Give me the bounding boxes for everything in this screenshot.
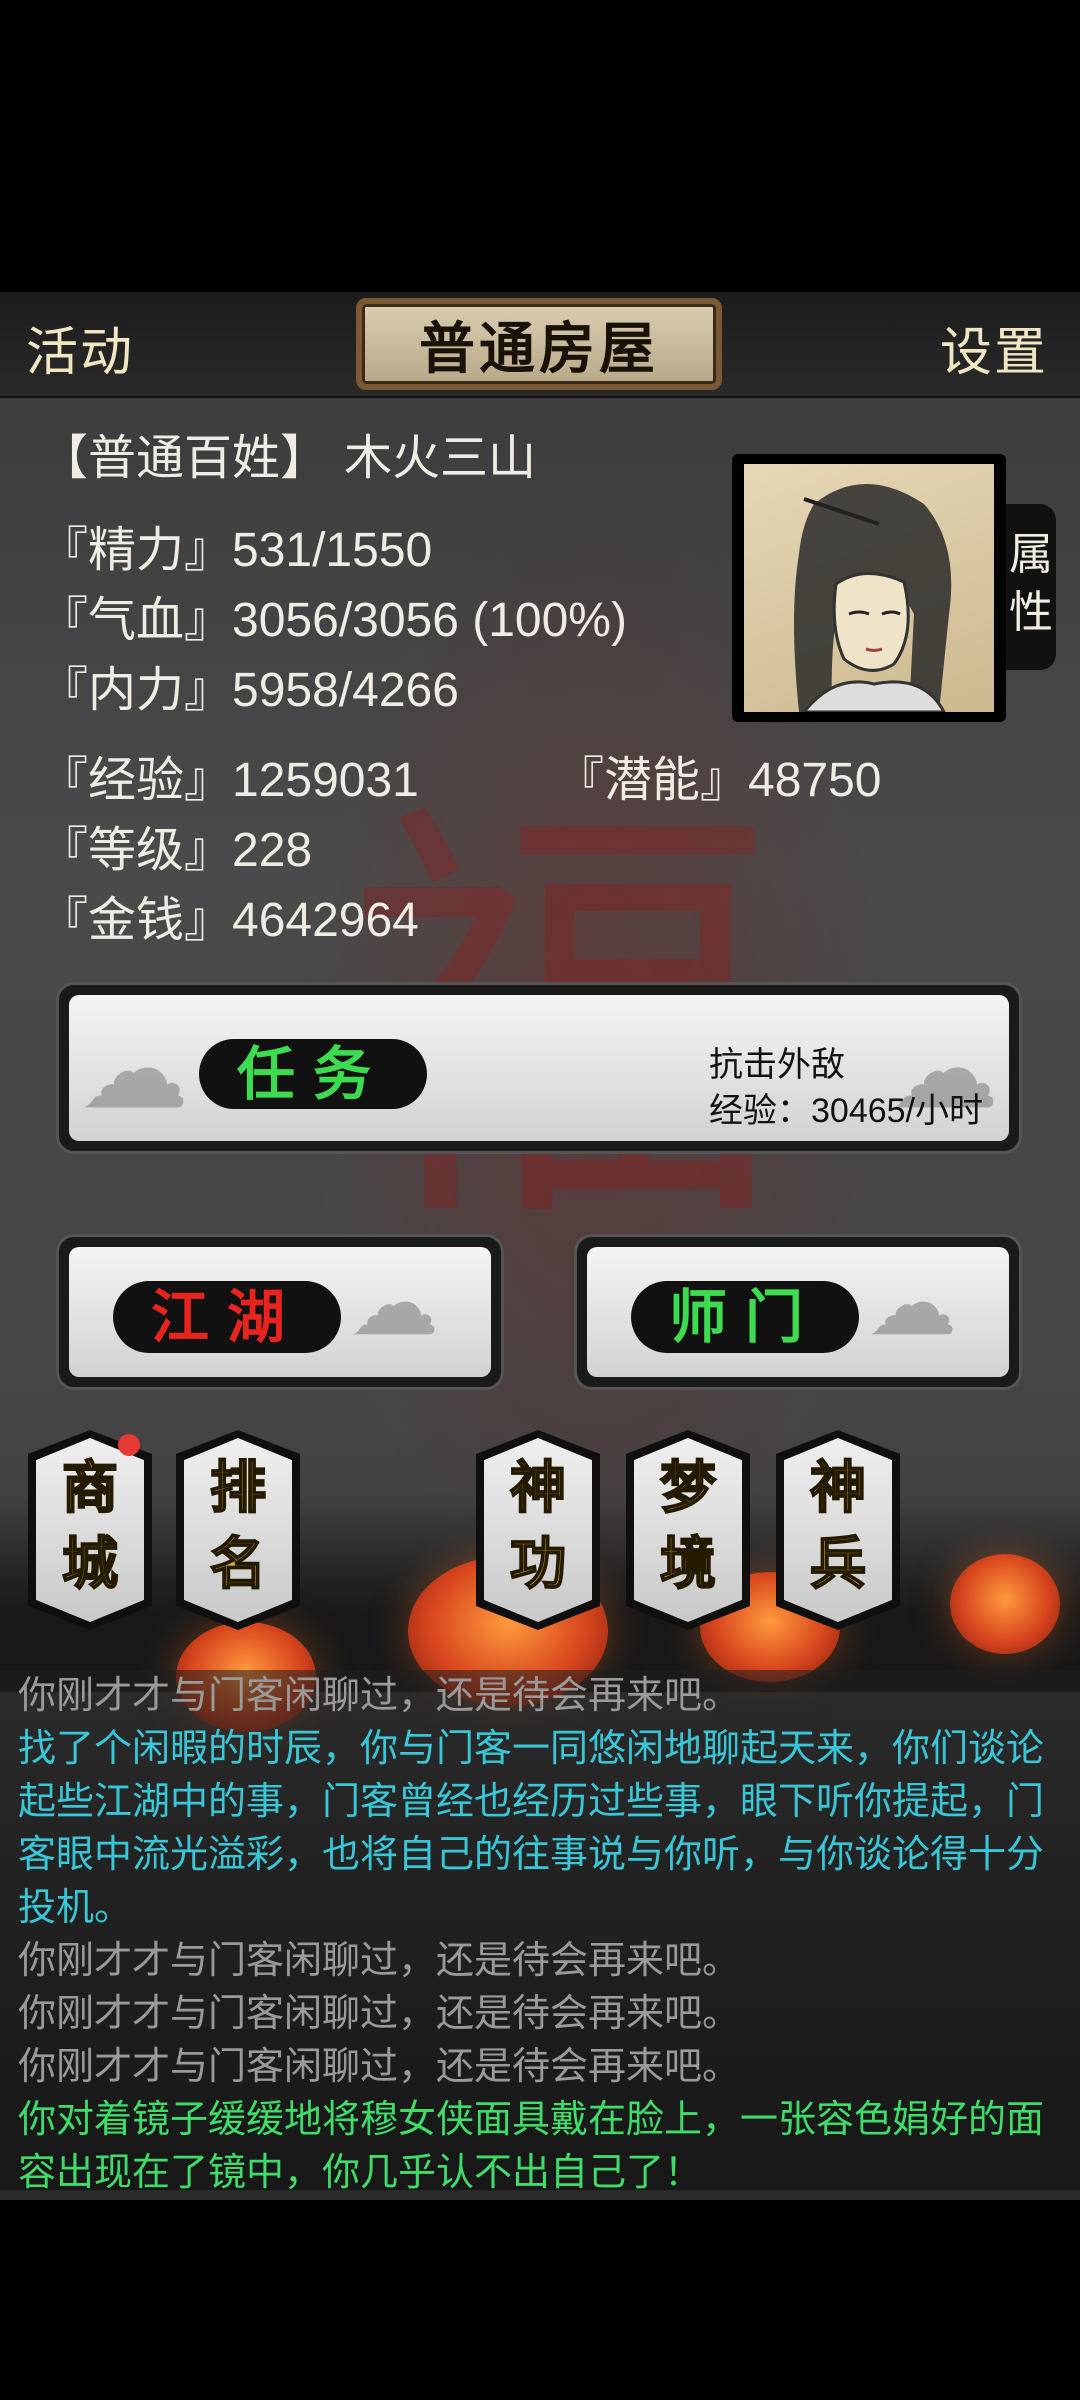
dream-label: 梦境 — [626, 1450, 750, 1602]
task-button[interactable]: ☁ ☁ 任务 抗击外敌 经验：30465/小时 — [56, 982, 1022, 1154]
settings-button[interactable]: 设置 — [940, 310, 1048, 385]
player-name: 木火三山 — [344, 432, 537, 485]
dream-button[interactable]: 梦境 — [626, 1430, 750, 1630]
attributes-tab-label-1: 属 — [1009, 530, 1053, 579]
log-line: 你对着镜子缓缓地将穆女侠面具戴在脸上，一张容色娟好的面容出现在了镜中，你几乎认不… — [18, 2099, 1045, 2194]
mall-label-1: 商 — [61, 1454, 119, 1522]
dream-label-1: 梦 — [659, 1454, 717, 1522]
weapons-button[interactable]: 神兵 — [776, 1430, 900, 1630]
skills-button[interactable]: 神功 — [476, 1430, 600, 1630]
log-line: 找了个闲暇的时辰，你与门客一同悠闲地聊起天来，你们谈论起些江湖中的事，门客曾经也… — [18, 1728, 1045, 1929]
weapons-label-2: 兵 — [809, 1530, 867, 1598]
game-screen: 福 活动 普通房屋 设置 【普通百姓】 木火三山 『精力』531/1550 『气… — [0, 292, 1080, 2200]
stat-dengji: 『等级』228 — [40, 824, 313, 877]
log-line: 你刚才才与门客闲聊过，还是待会再来吧。 — [18, 2046, 741, 2088]
stat-jinqian: 『金钱』4642964 — [40, 894, 419, 947]
attributes-tab[interactable]: 属 性 — [1006, 504, 1056, 670]
skills-label-1: 神 — [509, 1454, 567, 1522]
activity-button[interactable]: 活动 — [26, 310, 134, 385]
stat-qixue: 『气血』3056/3056 (100%) — [40, 594, 627, 647]
shimen-label: 师门 — [631, 1281, 859, 1353]
lantern-decor — [950, 1554, 1060, 1654]
swirl-decor-icon: ☁ — [349, 1254, 439, 1354]
ranking-label-2: 名 — [209, 1530, 267, 1598]
top-bar: 活动 普通房屋 设置 — [0, 292, 1080, 398]
location-title: 普通房屋 — [356, 298, 722, 390]
avatar[interactable] — [744, 464, 994, 712]
weapons-label: 神兵 — [776, 1450, 900, 1602]
ranking-button[interactable]: 排名 — [176, 1430, 300, 1630]
log-line: 你刚才才与门客闲聊过，还是待会再来吧。 — [18, 1675, 741, 1717]
log-line: 你刚才才与门客闲聊过，还是待会再来吧。 — [18, 1993, 741, 2035]
notification-badge — [118, 1434, 140, 1456]
log-line: 你刚才才与门客闲聊过，还是待会再来吧。 — [18, 1940, 741, 1982]
stat-qianneng: 『潜能』48750 — [556, 754, 882, 807]
ranking-label-1: 排 — [209, 1454, 267, 1522]
ranking-label: 排名 — [176, 1450, 300, 1602]
portrait-icon — [794, 484, 952, 712]
mall-label-2: 城 — [61, 1530, 119, 1598]
weapons-label-1: 神 — [809, 1454, 867, 1522]
swirl-decor-icon: ☁ — [867, 1254, 957, 1354]
shimen-button[interactable]: ☁ 师门 — [574, 1234, 1022, 1390]
mall-button[interactable]: 商城 — [28, 1430, 152, 1630]
dream-label-2: 境 — [659, 1530, 717, 1598]
stat-neili: 『内力』5958/4266 — [40, 664, 459, 717]
stat-jingli: 『精力』531/1550 — [40, 524, 433, 577]
jianghu-label: 江湖 — [113, 1281, 341, 1353]
jianghu-button[interactable]: ☁ 江湖 — [56, 1234, 504, 1390]
task-label: 任务 — [199, 1039, 427, 1109]
stat-jingyan: 『经验』1259031 — [40, 754, 419, 807]
task-name: 抗击外敌 — [709, 1046, 845, 1084]
cloud-decor-icon: ☁ — [79, 1008, 189, 1131]
player-rank: 【普通百姓】 — [40, 432, 329, 485]
message-log[interactable]: 你刚才才与门客闲聊过，还是待会再来吧。 找了个闲暇的时辰，你与门客一同悠闲地聊起… — [0, 1670, 1080, 2194]
task-exp-rate: 经验：30465/小时 — [709, 1092, 983, 1130]
attributes-tab-label-2: 性 — [1009, 588, 1053, 637]
mall-label: 商城 — [28, 1450, 152, 1602]
skills-label: 神功 — [476, 1450, 600, 1602]
skills-label-2: 功 — [509, 1530, 567, 1598]
